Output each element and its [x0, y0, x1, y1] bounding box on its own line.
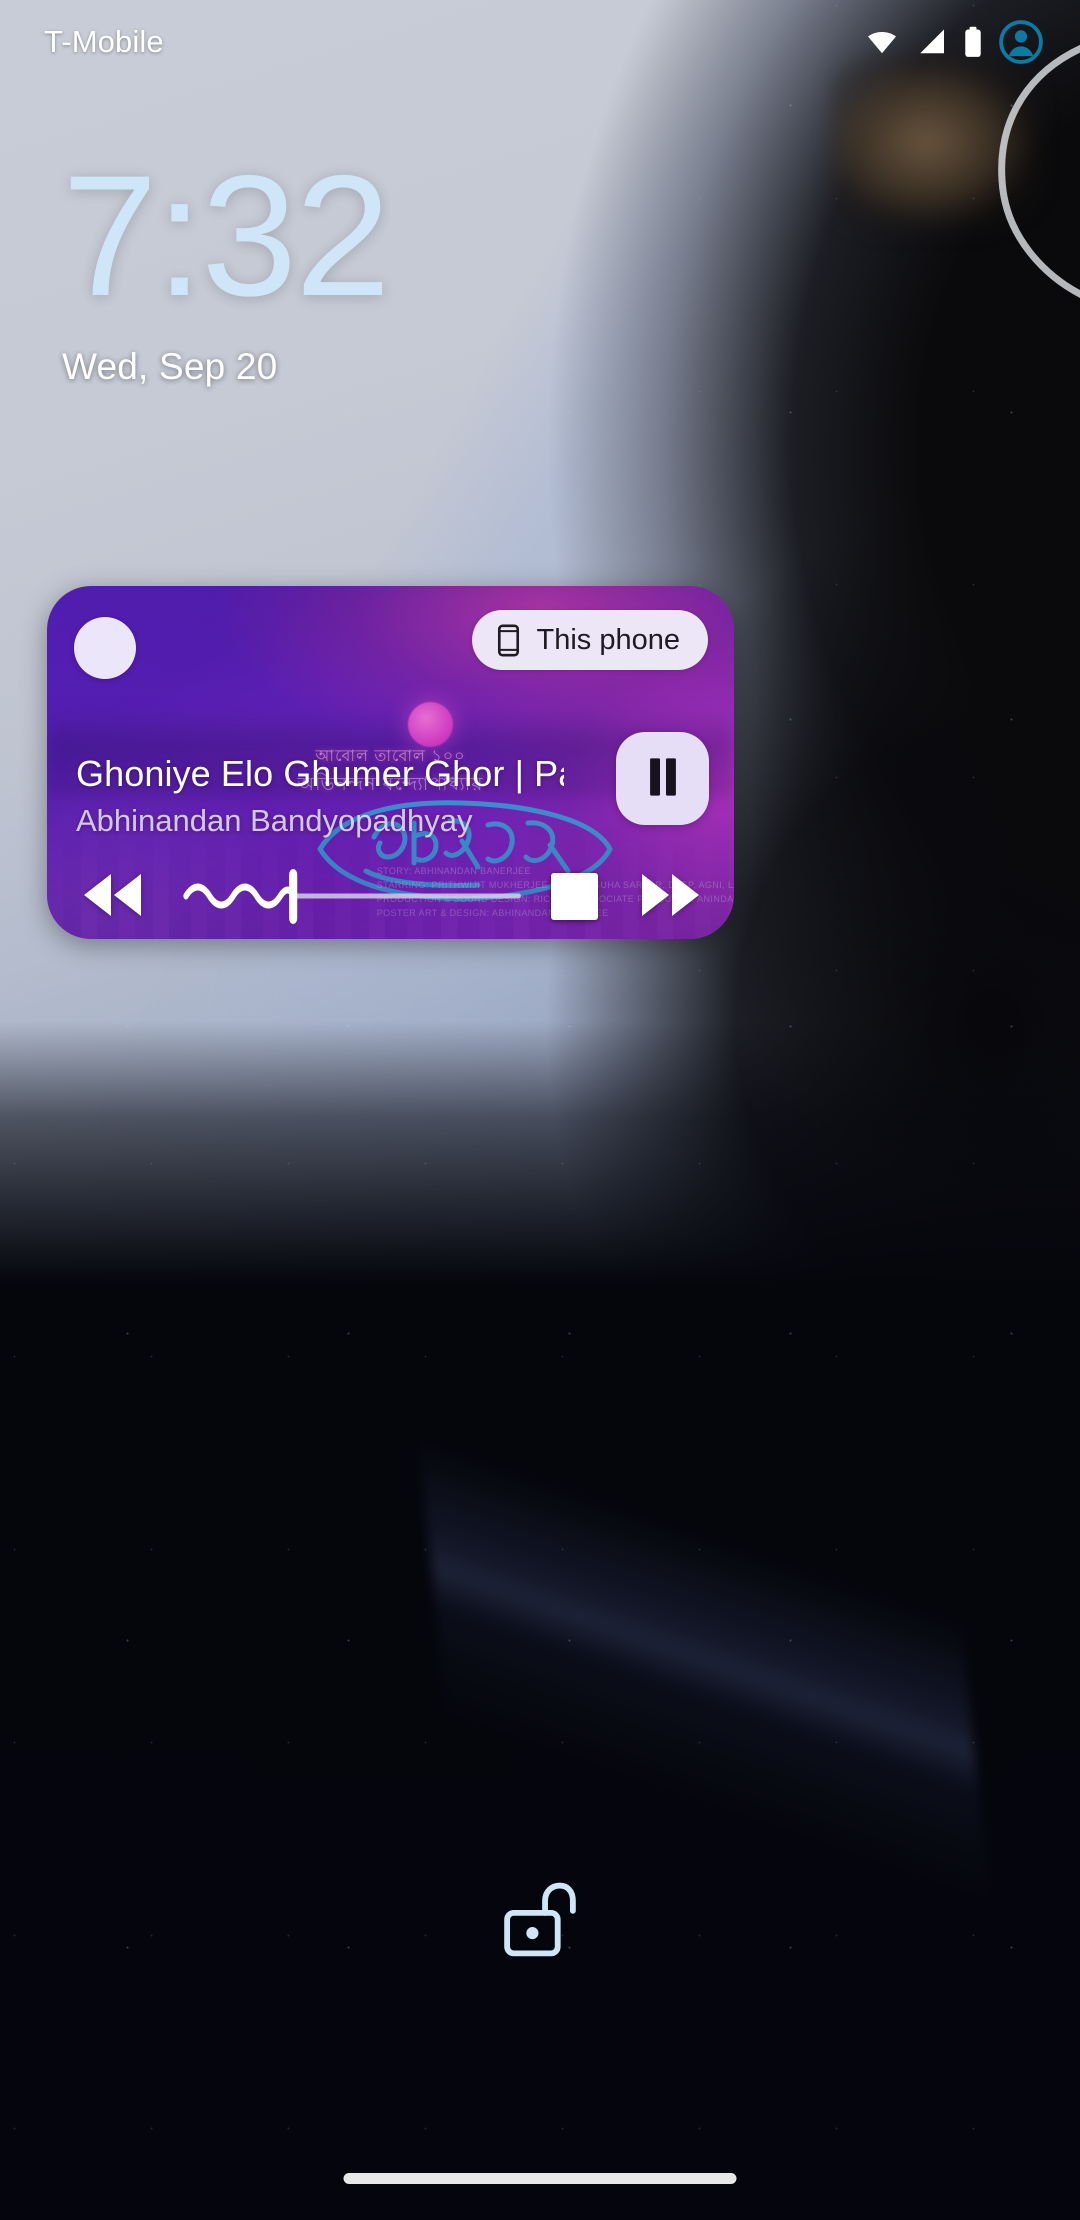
- wifi-icon: [863, 27, 901, 57]
- play-pause-button[interactable]: [616, 732, 709, 825]
- media-controls-row: [47, 853, 734, 939]
- rewind-button[interactable]: [65, 870, 161, 923]
- fast-forward-icon: [636, 870, 704, 923]
- output-device-label: This phone: [536, 623, 681, 656]
- user-profile-icon[interactable]: [998, 19, 1044, 65]
- seek-bar[interactable]: [183, 853, 522, 939]
- carrier-label: T-Mobile: [44, 24, 164, 59]
- pause-icon: [645, 756, 681, 801]
- squiggly-progress-icon: [183, 869, 521, 924]
- media-player-content: This phone Ghoniye Elo Ghumer Ghor | Par…: [47, 586, 734, 939]
- battery-icon: [962, 26, 984, 58]
- stop-button[interactable]: [526, 872, 622, 920]
- media-app-icon[interactable]: [74, 617, 136, 679]
- status-bar-icons: [863, 19, 1044, 65]
- track-info[interactable]: Ghoniye Elo Ghumer Ghor | Part 1 Abhinan…: [76, 753, 564, 839]
- media-player-widget[interactable]: আবোল তাবোল ১০০ অভিনন্দন বন্দ্যোপাধ্যায় …: [47, 586, 734, 939]
- track-artist: Abhinandan Bandyopadhyay: [76, 803, 473, 838]
- track-title: Ghoniye Elo Ghumer Ghor | Part 1: [76, 753, 564, 794]
- cellular-signal-icon: [915, 27, 948, 57]
- home-gesture-bar[interactable]: [343, 2173, 737, 2184]
- clock-block[interactable]: 7:32 Wed, Sep 20: [62, 140, 391, 388]
- unlocked-padlock-icon[interactable]: [485, 1868, 595, 1978]
- stop-icon: [550, 872, 598, 920]
- smartphone-icon: [496, 623, 521, 657]
- lockscreen-date: Wed, Sep 20: [62, 346, 278, 387]
- status-bar: T-Mobile: [0, 0, 1080, 84]
- lockscreen-clock: 7:32: [62, 140, 391, 332]
- output-device-chip[interactable]: This phone: [471, 610, 708, 670]
- rewind-icon: [79, 870, 147, 923]
- fast-forward-button[interactable]: [622, 870, 718, 923]
